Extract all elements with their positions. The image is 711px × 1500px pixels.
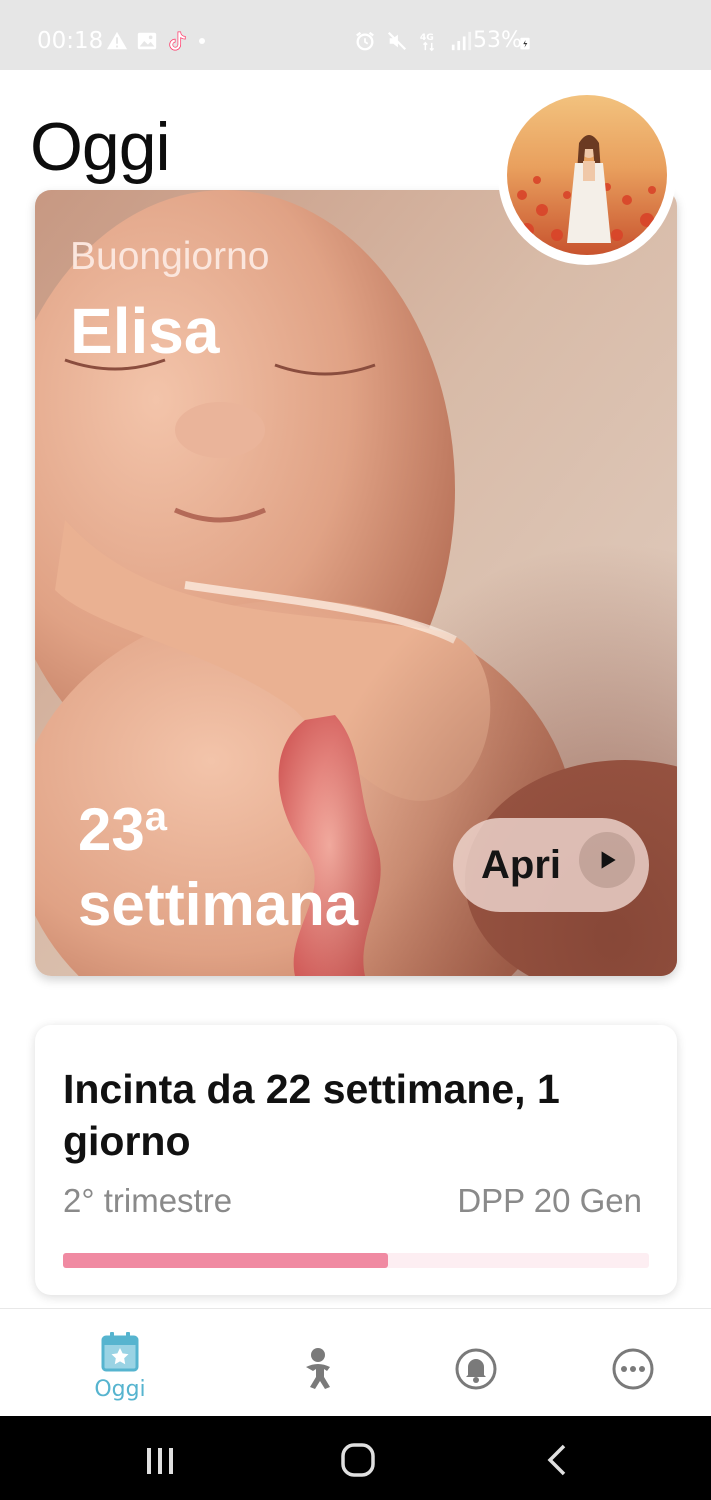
pregnancy-duration: Incinta da 22 settimane, 1 giorno [63, 1066, 560, 1164]
svg-text:4G: 4G [420, 32, 434, 43]
image-icon [137, 32, 157, 50]
home-icon[interactable] [340, 1442, 376, 1478]
more-icon [612, 1348, 654, 1390]
alarm-icon [356, 31, 374, 51]
trimester-label: 2° trimestre [63, 1182, 233, 1219]
calendar-star-icon [101, 1332, 139, 1372]
nav-label-today: Oggi [94, 1377, 146, 1402]
recent-apps-icon[interactable] [143, 1446, 177, 1476]
week-hero-card[interactable]: Buongiorno Elisa 23a settimana Apri [35, 190, 677, 976]
avatar-image [507, 95, 667, 255]
warning-icon [106, 31, 128, 50]
back-icon[interactable] [544, 1443, 570, 1477]
week-label: settimana [78, 871, 359, 938]
play-icon [579, 832, 635, 888]
bottom-nav: Oggi [0, 1308, 711, 1416]
signal-icon [451, 31, 472, 51]
nav-item-more[interactable] [605, 1309, 661, 1417]
progress-bar-fill [63, 1253, 389, 1268]
week-number-value: 23 [78, 796, 145, 863]
page-title: Oggi [30, 109, 171, 185]
status-left-icons [106, 30, 208, 52]
week-number: 23a [78, 795, 167, 864]
due-date-label: DPP 20 Gen [457, 1182, 642, 1219]
open-button-label: Apri [481, 842, 561, 887]
tiktok-icon [169, 31, 186, 51]
nav-item-baby[interactable] [290, 1309, 346, 1417]
progress-bar [63, 1253, 649, 1268]
mute-icon [387, 31, 407, 51]
status-time: 00:18 [37, 28, 104, 54]
bell-icon [455, 1348, 497, 1390]
battery-icon [520, 37, 530, 50]
user-name: Elisa [70, 295, 220, 367]
avatar[interactable] [507, 95, 667, 255]
4g-icon: 4G [420, 32, 435, 52]
pregnancy-progress-card[interactable]: Incinta da 22 settimane, 1 giorno 2° tri… [35, 1025, 677, 1295]
greeting-text: Buongiorno [70, 235, 270, 278]
status-bar: 00:18 4G 53% [0, 0, 711, 70]
week-number-suffix: a [144, 795, 167, 839]
status-right-icons: 4G [354, 30, 472, 52]
nav-item-notifications[interactable] [448, 1309, 504, 1417]
dot-icon [199, 38, 205, 44]
nav-item-today[interactable]: Oggi [82, 1309, 158, 1417]
battery-level: 53% [473, 28, 522, 53]
system-nav-bar [0, 1416, 711, 1500]
open-button[interactable]: Apri [453, 818, 649, 912]
baby-icon [306, 1348, 330, 1389]
